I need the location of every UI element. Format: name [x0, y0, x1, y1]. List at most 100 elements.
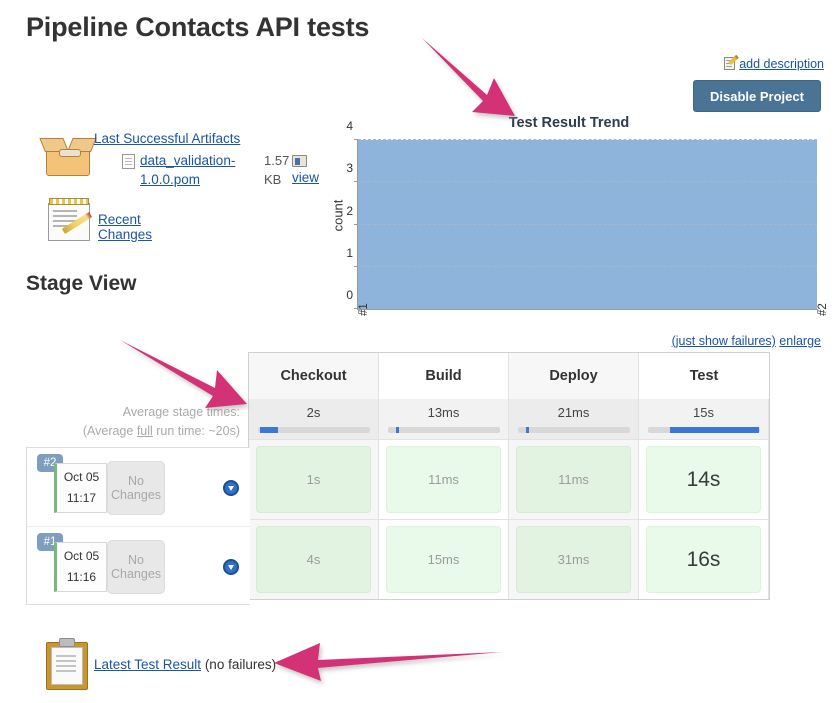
- build-date: Oct 05: [63, 549, 100, 563]
- stage-view-table: Checkout Build Deploy Test 2s 13ms 21ms 15s 1s…: [248, 352, 770, 600]
- stage-average-time: 21ms: [557, 405, 590, 420]
- stage-average-time: 15s: [693, 405, 714, 420]
- stage-average-bar: [517, 427, 630, 433]
- save-disk-icon: [292, 155, 308, 167]
- stage-column-header[interactable]: Test: [639, 353, 769, 399]
- latest-test-result-link[interactable]: Latest Test Result: [94, 657, 201, 672]
- build-changes: No Changes: [107, 540, 165, 594]
- stage-duration: 11ms: [386, 446, 501, 513]
- stage-cell[interactable]: 11ms: [379, 440, 509, 519]
- recent-changes-link[interactable]: Recent Changes: [98, 212, 152, 242]
- stage-cell[interactable]: 15ms: [379, 520, 509, 599]
- build-rows: #2 Oct 05 11:17 No Changes #1 Oct 05 11:16 No C…: [26, 447, 250, 605]
- add-description-label[interactable]: add description: [739, 57, 824, 71]
- chart-x-tick: #2: [817, 303, 829, 316]
- chart-x-tick-mark: [358, 309, 359, 313]
- chart-y-tick: 3: [346, 161, 353, 176]
- chart-y-tick: 2: [346, 203, 353, 218]
- stage-column-header[interactable]: Build: [379, 353, 509, 399]
- chart-y-tick: 0: [346, 288, 353, 302]
- latest-test-result-status: (no failures): [201, 657, 277, 672]
- artifact-view-link[interactable]: view: [292, 170, 319, 185]
- test-result-trend-chart[interactable]: Test Result Trend count 0 1 2 3 4 #1 #2 (just …: [320, 112, 838, 348]
- chart-gridline: [358, 223, 817, 225]
- stage-duration: 31ms: [516, 526, 631, 593]
- latest-test-result-text: Latest Test Result (no failures): [94, 657, 276, 672]
- chart-gridline: [358, 139, 817, 140]
- package-box-icon: [39, 138, 97, 178]
- build-timestamp[interactable]: Oct 05 11:16: [54, 542, 107, 592]
- chart-x-tick-mark: [817, 309, 818, 313]
- stage-average-cell: 21ms: [509, 399, 639, 439]
- edit-description-icon: [724, 54, 740, 71]
- stage-build-row: 4s 15ms 31ms 16s: [249, 519, 769, 599]
- stage-average-row: 2s 13ms 21ms 15s: [249, 399, 769, 439]
- chart-y-tick: 4: [346, 119, 353, 133]
- chart-y-tick-mark: [354, 223, 358, 225]
- stage-build-row: 1s 11ms 11ms 14s: [249, 439, 769, 519]
- stage-cell[interactable]: 11ms: [509, 440, 639, 519]
- arrow-to-latest-test-result: [274, 643, 502, 681]
- stage-average-bar: [257, 427, 370, 433]
- stage-column-header[interactable]: Checkout: [249, 353, 379, 399]
- stage-average-bar: [647, 427, 760, 433]
- document-icon: [122, 154, 135, 169]
- chart-y-axis-label: count: [330, 199, 346, 232]
- chart-y-tick-mark: [354, 265, 358, 267]
- build-row: #1 Oct 05 11:16 No Changes: [27, 526, 250, 604]
- stage-average-cell: 2s: [249, 399, 379, 439]
- build-status-icon[interactable]: [223, 480, 239, 496]
- chart-links: (just show failures) enlarge: [672, 334, 821, 348]
- artifact-file-link[interactable]: data_validation-1.0.0.pom: [122, 151, 270, 189]
- stage-duration: 15ms: [386, 526, 501, 593]
- stage-cell[interactable]: 1s: [249, 440, 379, 519]
- arrow-to-test-result-trend: [422, 38, 515, 116]
- page-title: Pipeline Contacts API tests: [26, 12, 370, 42]
- stage-duration: 11ms: [516, 446, 631, 513]
- stage-average-time: 2s: [306, 405, 321, 420]
- last-successful-artifacts-link[interactable]: Last Successful Artifacts: [94, 131, 240, 146]
- chart-gridline: [358, 265, 817, 267]
- stage-cell[interactable]: 31ms: [509, 520, 639, 599]
- stage-duration: 16s: [646, 526, 761, 593]
- build-row: #2 Oct 05 11:17 No Changes: [27, 448, 250, 526]
- average-full-run-time-text: (Average full run time: ~20s): [82, 424, 240, 438]
- add-description-link[interactable]: add description: [724, 54, 824, 71]
- just-show-failures-link[interactable]: (just show failures): [672, 334, 776, 348]
- clipboard-icon: [46, 638, 88, 690]
- stage-cell[interactable]: 4s: [249, 520, 379, 599]
- chart-area-series: [358, 140, 817, 309]
- stage-body: 1s 11ms 11ms 14s 4s 15ms 31ms 16s: [249, 439, 769, 599]
- notepad-pencil-icon: [48, 198, 93, 242]
- chart-gridline: [358, 181, 817, 183]
- artifact-size-unit: KB: [264, 172, 282, 187]
- build-date: Oct 05: [63, 470, 100, 484]
- artifact-size-value: 1.57: [264, 153, 290, 168]
- stage-cell[interactable]: 16s: [639, 520, 769, 599]
- chart-title: Test Result Trend: [508, 115, 630, 131]
- stage-cell[interactable]: 14s: [639, 440, 769, 519]
- stage-header-row: Checkout Build Deploy Test: [249, 353, 769, 399]
- build-changes: No Changes: [107, 461, 165, 515]
- stage-view-heading: Stage View: [26, 272, 137, 295]
- stage-average-bar: [387, 427, 500, 433]
- arrow-to-stage-table: [120, 340, 247, 408]
- average-stage-times-label: Average stage times: (Average full run t…: [0, 403, 240, 441]
- stage-duration: 1s: [256, 446, 371, 513]
- stage-average-time: 13ms: [427, 405, 460, 420]
- stage-column-header[interactable]: Deploy: [509, 353, 639, 399]
- build-timestamp[interactable]: Oct 05 11:17: [54, 463, 107, 513]
- chart-plot-area: 0 1 2 3 4 #1 #2: [346, 119, 829, 316]
- chart-y-tick-mark: [354, 139, 358, 140]
- build-status-icon[interactable]: [223, 559, 239, 575]
- enlarge-link[interactable]: enlarge: [779, 334, 821, 348]
- full-underline: full: [136, 424, 153, 438]
- chart-y-tick-mark: [354, 181, 358, 183]
- average-stage-times-text: Average stage times:: [122, 405, 240, 419]
- stage-duration: 4s: [256, 526, 371, 593]
- stage-duration: 14s: [646, 446, 761, 513]
- jenkins-job-page: Pipeline Contacts API tests add descript…: [0, 0, 838, 703]
- chart-x-tick: #1: [358, 303, 370, 316]
- disable-project-button[interactable]: Disable Project: [693, 80, 821, 112]
- chart-y-tick: 1: [346, 245, 353, 260]
